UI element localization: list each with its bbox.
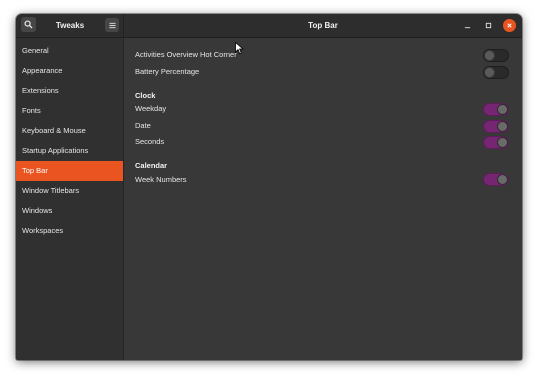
sidebar-item-general[interactable]: General: [16, 41, 123, 61]
sidebar-item-windows[interactable]: Windows: [16, 201, 123, 221]
switch-knob: [497, 121, 508, 132]
minimize-icon: [464, 27, 471, 29]
date-label: Date: [135, 121, 151, 130]
switch-knob: [497, 174, 508, 185]
app-name: Tweaks: [55, 21, 85, 30]
menu-button[interactable]: [105, 18, 119, 32]
weekday-switch[interactable]: [483, 103, 509, 116]
calendar-section-title: Calendar: [135, 161, 168, 170]
switch-knob: [484, 67, 495, 78]
week-numbers-label: Week Numbers: [135, 175, 187, 184]
sidebar-item-keyboard-mouse[interactable]: Keyboard & Mouse: [16, 121, 123, 141]
sidebar-item-workspaces[interactable]: Workspaces: [16, 221, 123, 241]
switch-knob: [484, 50, 495, 61]
switch-knob: [497, 137, 508, 148]
title-bar[interactable]: Tweaks Top Bar: [16, 14, 522, 38]
maximize-icon: [485, 22, 492, 29]
close-button[interactable]: [503, 19, 516, 32]
seconds-switch[interactable]: [483, 136, 509, 149]
sidebar-item-startup-applications[interactable]: Startup Applications: [16, 141, 123, 161]
mouse-pointer-icon: [235, 42, 244, 55]
clock-section-title: Clock: [135, 91, 156, 100]
hot-corner-switch[interactable]: [483, 49, 509, 62]
switch-knob: [497, 104, 508, 115]
week-numbers-switch[interactable]: [483, 173, 509, 186]
search-button[interactable]: [21, 17, 36, 32]
sidebar-item-window-titlebars[interactable]: Window Titlebars: [16, 181, 123, 201]
battery-percentage-label: Battery Percentage: [135, 67, 200, 76]
settings-panel: Activities Overview Hot Corner Battery P…: [124, 38, 522, 360]
close-icon: [507, 23, 512, 28]
sidebar: General Appearance Extensions Fonts Keyb…: [16, 38, 124, 360]
battery-percentage-switch[interactable]: [483, 66, 509, 79]
search-icon: [24, 20, 33, 29]
tweaks-window: Tweaks Top Bar General Appearance Extens…: [16, 14, 522, 360]
weekday-label: Weekday: [135, 104, 167, 113]
maximize-button[interactable]: [482, 19, 495, 32]
sidebar-item-fonts[interactable]: Fonts: [16, 101, 123, 121]
date-switch[interactable]: [483, 120, 509, 133]
minimize-button[interactable]: [461, 19, 474, 32]
sidebar-item-extensions[interactable]: Extensions: [16, 81, 123, 101]
seconds-label: Seconds: [135, 137, 165, 146]
sidebar-item-appearance[interactable]: Appearance: [16, 61, 123, 81]
sidebar-item-top-bar[interactable]: Top Bar: [16, 161, 123, 181]
hamburger-menu-icon: [108, 22, 116, 28]
hot-corner-label: Activities Overview Hot Corner: [135, 50, 237, 59]
